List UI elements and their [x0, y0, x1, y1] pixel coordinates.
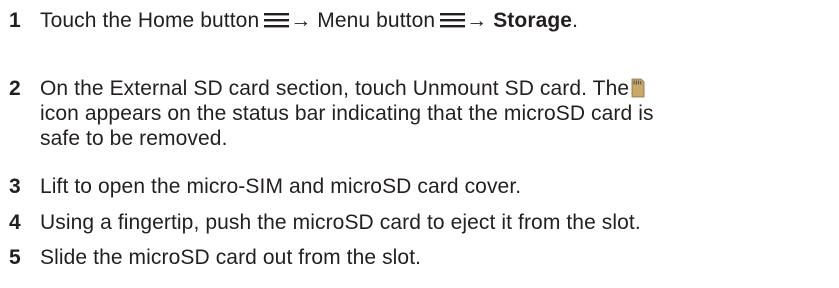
storage-label: Storage: [493, 9, 573, 32]
step-number: 5: [9, 246, 21, 269]
step-text: Using a fingertip, push the microSD card…: [40, 211, 641, 234]
step-text: Slide the microSD card out from the slot…: [40, 246, 422, 269]
step-number: 3: [9, 175, 21, 198]
menu-icon: [264, 13, 290, 28]
step-text-part: .: [572, 9, 579, 32]
step-line-text: On the External SD card section, touch U…: [40, 77, 630, 100]
step-text: Touch the Home button → Menu button → St…: [40, 8, 838, 33]
step-number: 1: [9, 9, 21, 32]
step-line: icon appears on the status bar indicatin…: [40, 102, 654, 125]
sd-card-icon: [631, 78, 645, 98]
step-number: 2: [9, 77, 21, 100]
menu-icon: [440, 13, 466, 28]
step-number: 4: [9, 211, 21, 234]
step-text: On the External SD card section, touch U…: [40, 76, 838, 151]
step-text-part: →: [466, 9, 494, 32]
step-text-part: → Menu button: [290, 9, 436, 32]
step-line: On the External SD card section, touch U…: [40, 76, 838, 101]
step-text-part: Touch the Home button: [40, 9, 260, 32]
step-text: Lift to open the micro-SIM and microSD c…: [40, 175, 522, 198]
step-line: safe to be removed.: [40, 127, 228, 150]
